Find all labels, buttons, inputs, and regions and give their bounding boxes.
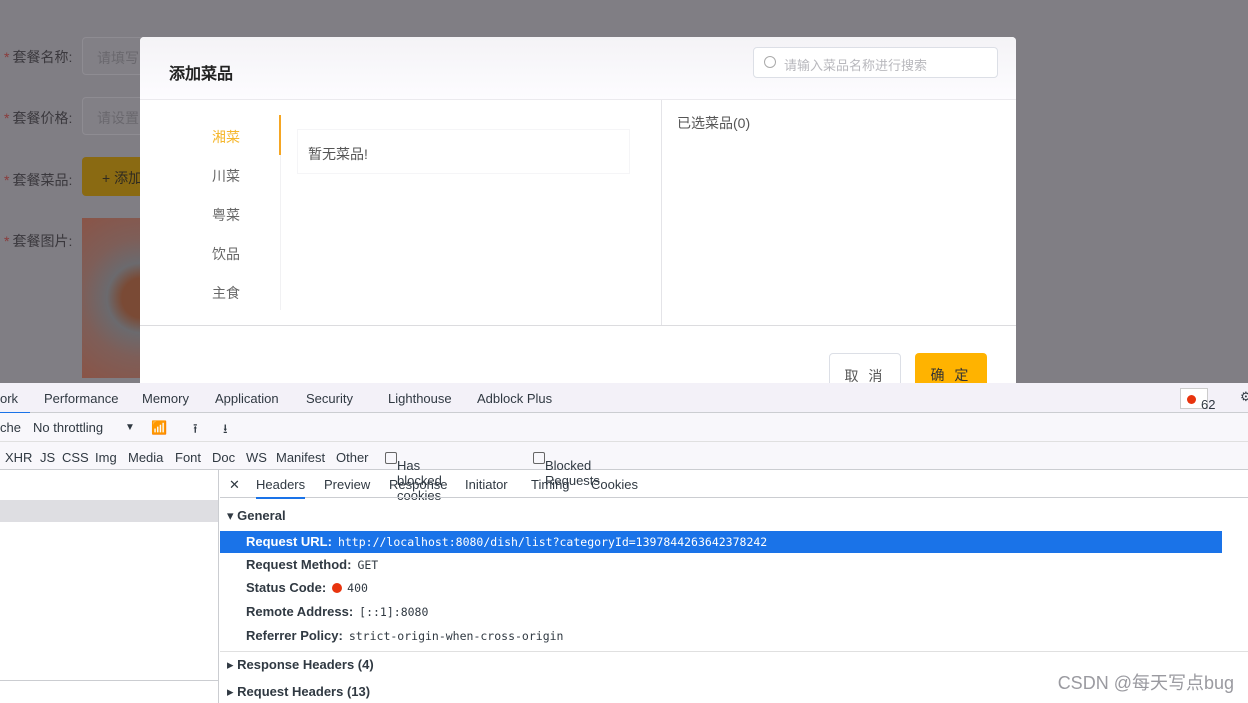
selected-request-row[interactable] (0, 500, 218, 522)
active-indicator (279, 115, 281, 155)
filter-manifest[interactable]: Manifest (276, 450, 325, 465)
filter-css[interactable]: CSS (62, 450, 89, 465)
filter-xhr[interactable]: XHR (5, 450, 32, 465)
request-method-row: Request Method: GET (246, 557, 379, 572)
dishes-label: * 套餐菜品: (4, 172, 73, 188)
network-conditions-icon[interactable]: 📶 (151, 420, 167, 436)
devtools-tabs: ork Performance Memory Application Secur… (0, 383, 1248, 414)
background-page: * 套餐名称: 请填写 * 套餐价格: 请设置 * 套餐菜品: + 添加 * 套餐图片:… (0, 0, 1248, 383)
tab-response[interactable]: Response (389, 477, 448, 492)
filter-js[interactable]: JS (40, 450, 55, 465)
export-icon[interactable]: ⭳ (223, 420, 228, 442)
blocked-requests-checkbox[interactable]: Blocked Requests (533, 450, 600, 488)
tab-memory[interactable]: Memory (142, 391, 189, 406)
empty-dish-message: 暂无菜品! (297, 129, 630, 174)
category-item[interactable]: 主食 (212, 283, 240, 303)
filter-ws[interactable]: WS (246, 450, 267, 465)
selected-dishes-label: 已选菜品(0) (677, 115, 751, 131)
settings-icon[interactable]: ⚙ (1240, 389, 1248, 405)
throttling-select[interactable]: No throttling (33, 420, 103, 435)
tab-cookies[interactable]: Cookies (591, 477, 638, 492)
name-label: * 套餐名称: (4, 49, 73, 65)
filter-media[interactable]: Media (128, 450, 163, 465)
chevron-down-icon[interactable]: ▼ (125, 422, 135, 433)
import-icon[interactable]: ⭱ (193, 420, 198, 442)
has-blocked-cookies-checkbox[interactable]: Has blocked cookies (385, 450, 442, 503)
close-icon[interactable]: ✕ (229, 477, 240, 493)
remote-address-row: Remote Address: [::1]:8080 (246, 604, 429, 619)
disable-cache-label[interactable]: che (0, 420, 21, 435)
tab-security[interactable]: Security (306, 391, 353, 406)
tab-performance[interactable]: Performance (44, 391, 118, 406)
watermark: CSDN @每天写点bug (1057, 673, 1234, 693)
filter-img[interactable]: Img (95, 450, 117, 465)
error-icon (1187, 395, 1196, 404)
cancel-button[interactable]: 取 消 (829, 353, 901, 383)
search-icon (764, 56, 776, 68)
request-list (0, 470, 219, 703)
response-headers-toggle[interactable]: ▸ Response Headers (4) (227, 657, 374, 673)
filter-font[interactable]: Font (175, 450, 201, 465)
tab-application[interactable]: Application (215, 391, 279, 406)
tab-timing[interactable]: Timing (531, 477, 570, 492)
price-label: * 套餐价格: (4, 110, 73, 126)
request-headers-toggle[interactable]: ▸ Request Headers (13) (227, 684, 370, 700)
error-count-badge[interactable]: 62 (1180, 388, 1215, 412)
filter-doc[interactable]: Doc (212, 450, 235, 465)
tab-network[interactable]: ork (0, 391, 30, 414)
request-url-row[interactable]: Request URL: http://localhost:8080/dish/l… (220, 531, 1222, 553)
category-item[interactable]: 湘菜 (212, 127, 240, 147)
general-section-toggle[interactable]: ▾ General (227, 508, 286, 524)
confirm-button[interactable]: 确 定 (915, 353, 987, 383)
category-item[interactable]: 川菜 (212, 166, 240, 186)
error-status-icon (332, 583, 343, 593)
filter-other[interactable]: Other (336, 450, 369, 465)
referrer-policy-row: Referrer Policy: strict-origin-when-cross… (246, 628, 564, 643)
dialog-title: 添加菜品 (169, 66, 234, 83)
error-count: 62 (1201, 397, 1216, 412)
tab-headers[interactable]: Headers (256, 477, 306, 499)
tab-lighthouse[interactable]: Lighthouse (388, 391, 452, 406)
search-placeholder: 请输入菜品名称进行搜索 (784, 58, 928, 73)
status-code-row: Status Code: 400 (246, 580, 368, 595)
add-dish-dialog: 添加菜品 请输入菜品名称进行搜索 湘菜 川菜 粤菜 饮品 主食 暂无菜品! 已选… (140, 37, 1016, 383)
tab-adblock[interactable]: Adblock Plus (477, 391, 552, 406)
category-list: 湘菜 川菜 粤菜 饮品 主食 (140, 115, 281, 310)
tab-preview[interactable]: Preview (324, 477, 370, 492)
divider (661, 100, 662, 325)
image-label: * 套餐图片: (4, 233, 73, 249)
dish-search-input[interactable]: 请输入菜品名称进行搜索 (753, 47, 998, 78)
tab-initiator[interactable]: Initiator (465, 477, 508, 492)
devtools-panel: ork Performance Memory Application Secur… (0, 383, 1248, 703)
category-item[interactable]: 饮品 (212, 244, 240, 264)
category-item[interactable]: 粤菜 (212, 205, 240, 225)
